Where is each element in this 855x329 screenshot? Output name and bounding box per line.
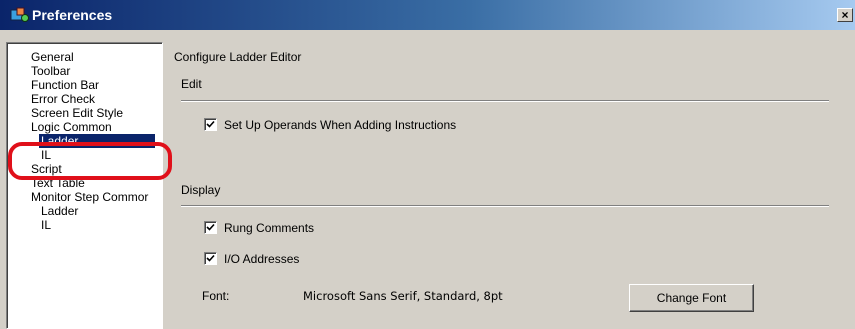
tree-item-monitor-ladder[interactable]: Ladder: [39, 204, 80, 218]
checkmark-icon: [206, 223, 215, 231]
tree-item-ladder-selected[interactable]: Ladder: [39, 134, 155, 148]
io-addresses-label: I/O Addresses: [224, 252, 300, 266]
checkmark-icon: [206, 120, 215, 128]
edit-separator: [181, 100, 829, 102]
tree-item-logic-common[interactable]: Logic Common: [29, 120, 114, 134]
window-title: Preferences: [32, 7, 113, 23]
rung-comments-checkbox[interactable]: [204, 221, 217, 234]
content-title: Configure Ladder Editor: [174, 50, 302, 64]
edit-section-label: Edit: [181, 77, 202, 91]
display-section-label: Display: [181, 183, 221, 197]
tree-item-toolbar[interactable]: Toolbar: [29, 64, 72, 78]
font-value: Microsoft Sans Serif, Standard, 8pt: [303, 289, 503, 303]
preferences-dialog: Preferences × General Toolbar Function B…: [0, 0, 855, 329]
rung-comments-label: Rung Comments: [224, 221, 315, 235]
tree-item-error-check[interactable]: Error Check: [29, 92, 97, 106]
tree-item-text-table[interactable]: Text Table: [29, 176, 87, 190]
close-button[interactable]: ×: [837, 8, 853, 22]
io-addresses-checkbox[interactable]: [204, 252, 217, 265]
tree-item-function-bar[interactable]: Function Bar: [29, 78, 101, 92]
title-bar[interactable]: Preferences ×: [0, 0, 855, 30]
tree-item-monitor-step-common[interactable]: Monitor Step Commor: [29, 190, 150, 204]
set-up-operands-checkbox[interactable]: [204, 118, 217, 131]
font-label: Font:: [202, 289, 230, 303]
tree-item-il[interactable]: IL: [39, 148, 53, 162]
tree-item-script[interactable]: Script: [29, 162, 64, 176]
tree-item-general[interactable]: General: [29, 50, 76, 64]
tree-item-monitor-il[interactable]: IL: [39, 218, 53, 232]
change-font-button[interactable]: Change Font: [629, 284, 754, 312]
set-up-operands-label: Set Up Operands When Adding Instructions: [224, 118, 457, 132]
app-preferences-icon: [10, 7, 29, 22]
checkmark-icon: [206, 254, 215, 262]
tree-item-screen-edit-style[interactable]: Screen Edit Style: [29, 106, 125, 120]
display-separator: [181, 205, 829, 207]
preferences-tree[interactable]: General Toolbar Function Bar Error Check…: [6, 42, 163, 329]
